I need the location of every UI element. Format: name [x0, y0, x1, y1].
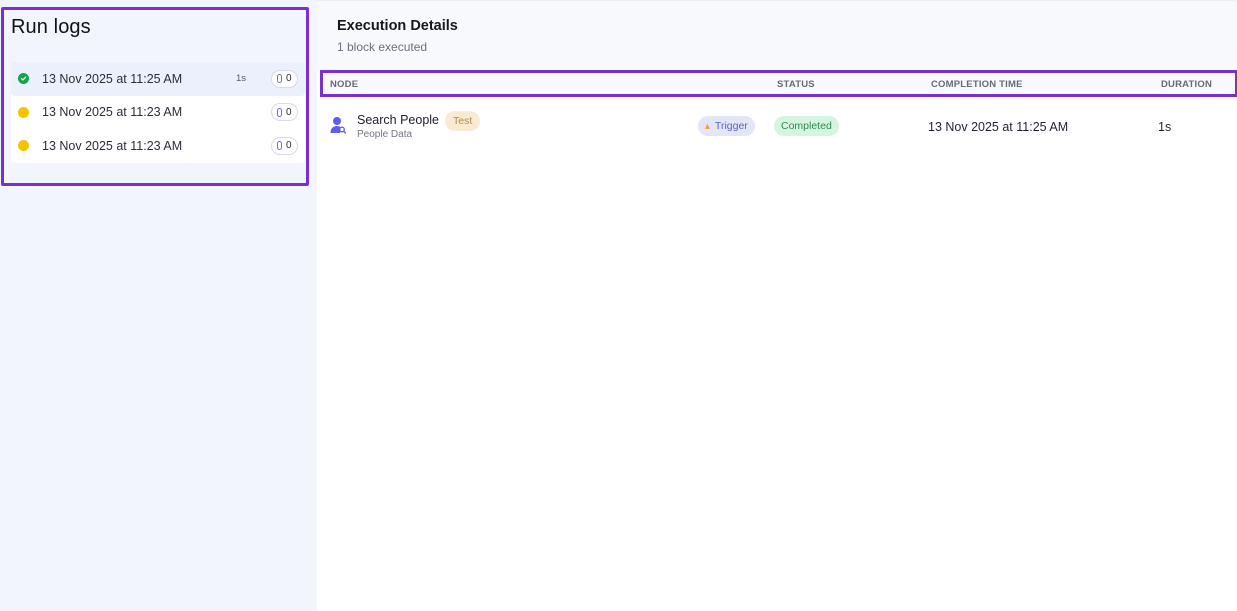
bolt-icon: ▲: [703, 121, 712, 131]
pending-status-icon: [18, 106, 29, 118]
page-title: Execution Details: [337, 18, 458, 34]
status-badge: Completed: [774, 116, 839, 136]
run-logs-panel: Run logs 13 Nov 2025 at 11:25 AM 1s 0 13…: [1, 7, 309, 186]
duration-cell: 1s: [1158, 120, 1172, 134]
run-item[interactable]: 13 Nov 2025 at 11:23 AM 0: [11, 96, 305, 130]
run-logs-title: Run logs: [11, 16, 91, 38]
run-timestamp: 13 Nov 2025 at 11:25 AM: [42, 71, 183, 86]
column-header-completion-time[interactable]: COMPLETION TIME: [931, 79, 1023, 90]
pending-status-icon: [18, 140, 29, 152]
credit-coin-icon: [277, 141, 282, 151]
execution-details-panel: Execution Details 1 block executed NODE …: [317, 0, 1237, 611]
column-header-node[interactable]: NODE: [330, 79, 358, 90]
run-list: 13 Nov 2025 at 11:25 AM 1s 0 13 Nov 2025…: [11, 62, 305, 163]
table-header: NODE STATUS COMPLETION TIME DURATION: [320, 70, 1237, 97]
run-item[interactable]: 13 Nov 2025 at 11:23 AM 0: [11, 129, 305, 163]
execution-header: Execution Details 1 block executed: [317, 0, 1237, 72]
run-timestamp: 13 Nov 2025 at 11:23 AM: [42, 105, 183, 120]
completion-time-cell: 13 Nov 2025 at 11:25 AM: [928, 120, 1069, 134]
test-tag: Test: [445, 111, 481, 131]
credit-coin-icon: [277, 74, 282, 84]
column-header-duration[interactable]: DURATION: [1161, 79, 1212, 90]
credit-coin-icon: [277, 107, 282, 117]
credits-count: 0: [286, 140, 292, 152]
run-timestamp: 13 Nov 2025 at 11:23 AM: [42, 138, 183, 153]
column-header-status[interactable]: STATUS: [777, 79, 815, 90]
table-row[interactable]: Search People People Data Test ▲ Trigger…: [317, 98, 1237, 156]
user-search-icon: [330, 117, 346, 134]
credits-badge: 0: [271, 103, 298, 122]
page-subtitle: 1 block executed: [337, 40, 428, 54]
node-name: Search People: [357, 113, 440, 127]
credits-count: 0: [286, 106, 292, 118]
trigger-label: Trigger: [714, 120, 748, 132]
credits-badge: 0: [271, 136, 298, 155]
run-item[interactable]: 13 Nov 2025 at 11:25 AM 1s 0: [11, 62, 305, 96]
check-circle-icon: [18, 73, 29, 85]
run-logs-sidebar: Run logs 13 Nov 2025 at 11:25 AM 1s 0 13…: [0, 0, 317, 611]
run-duration: 1s: [236, 73, 247, 85]
trigger-tag: ▲ Trigger: [698, 116, 755, 136]
credits-count: 0: [286, 73, 292, 85]
credits-badge: 0: [271, 69, 298, 88]
node-subtitle: People Data: [357, 129, 413, 140]
